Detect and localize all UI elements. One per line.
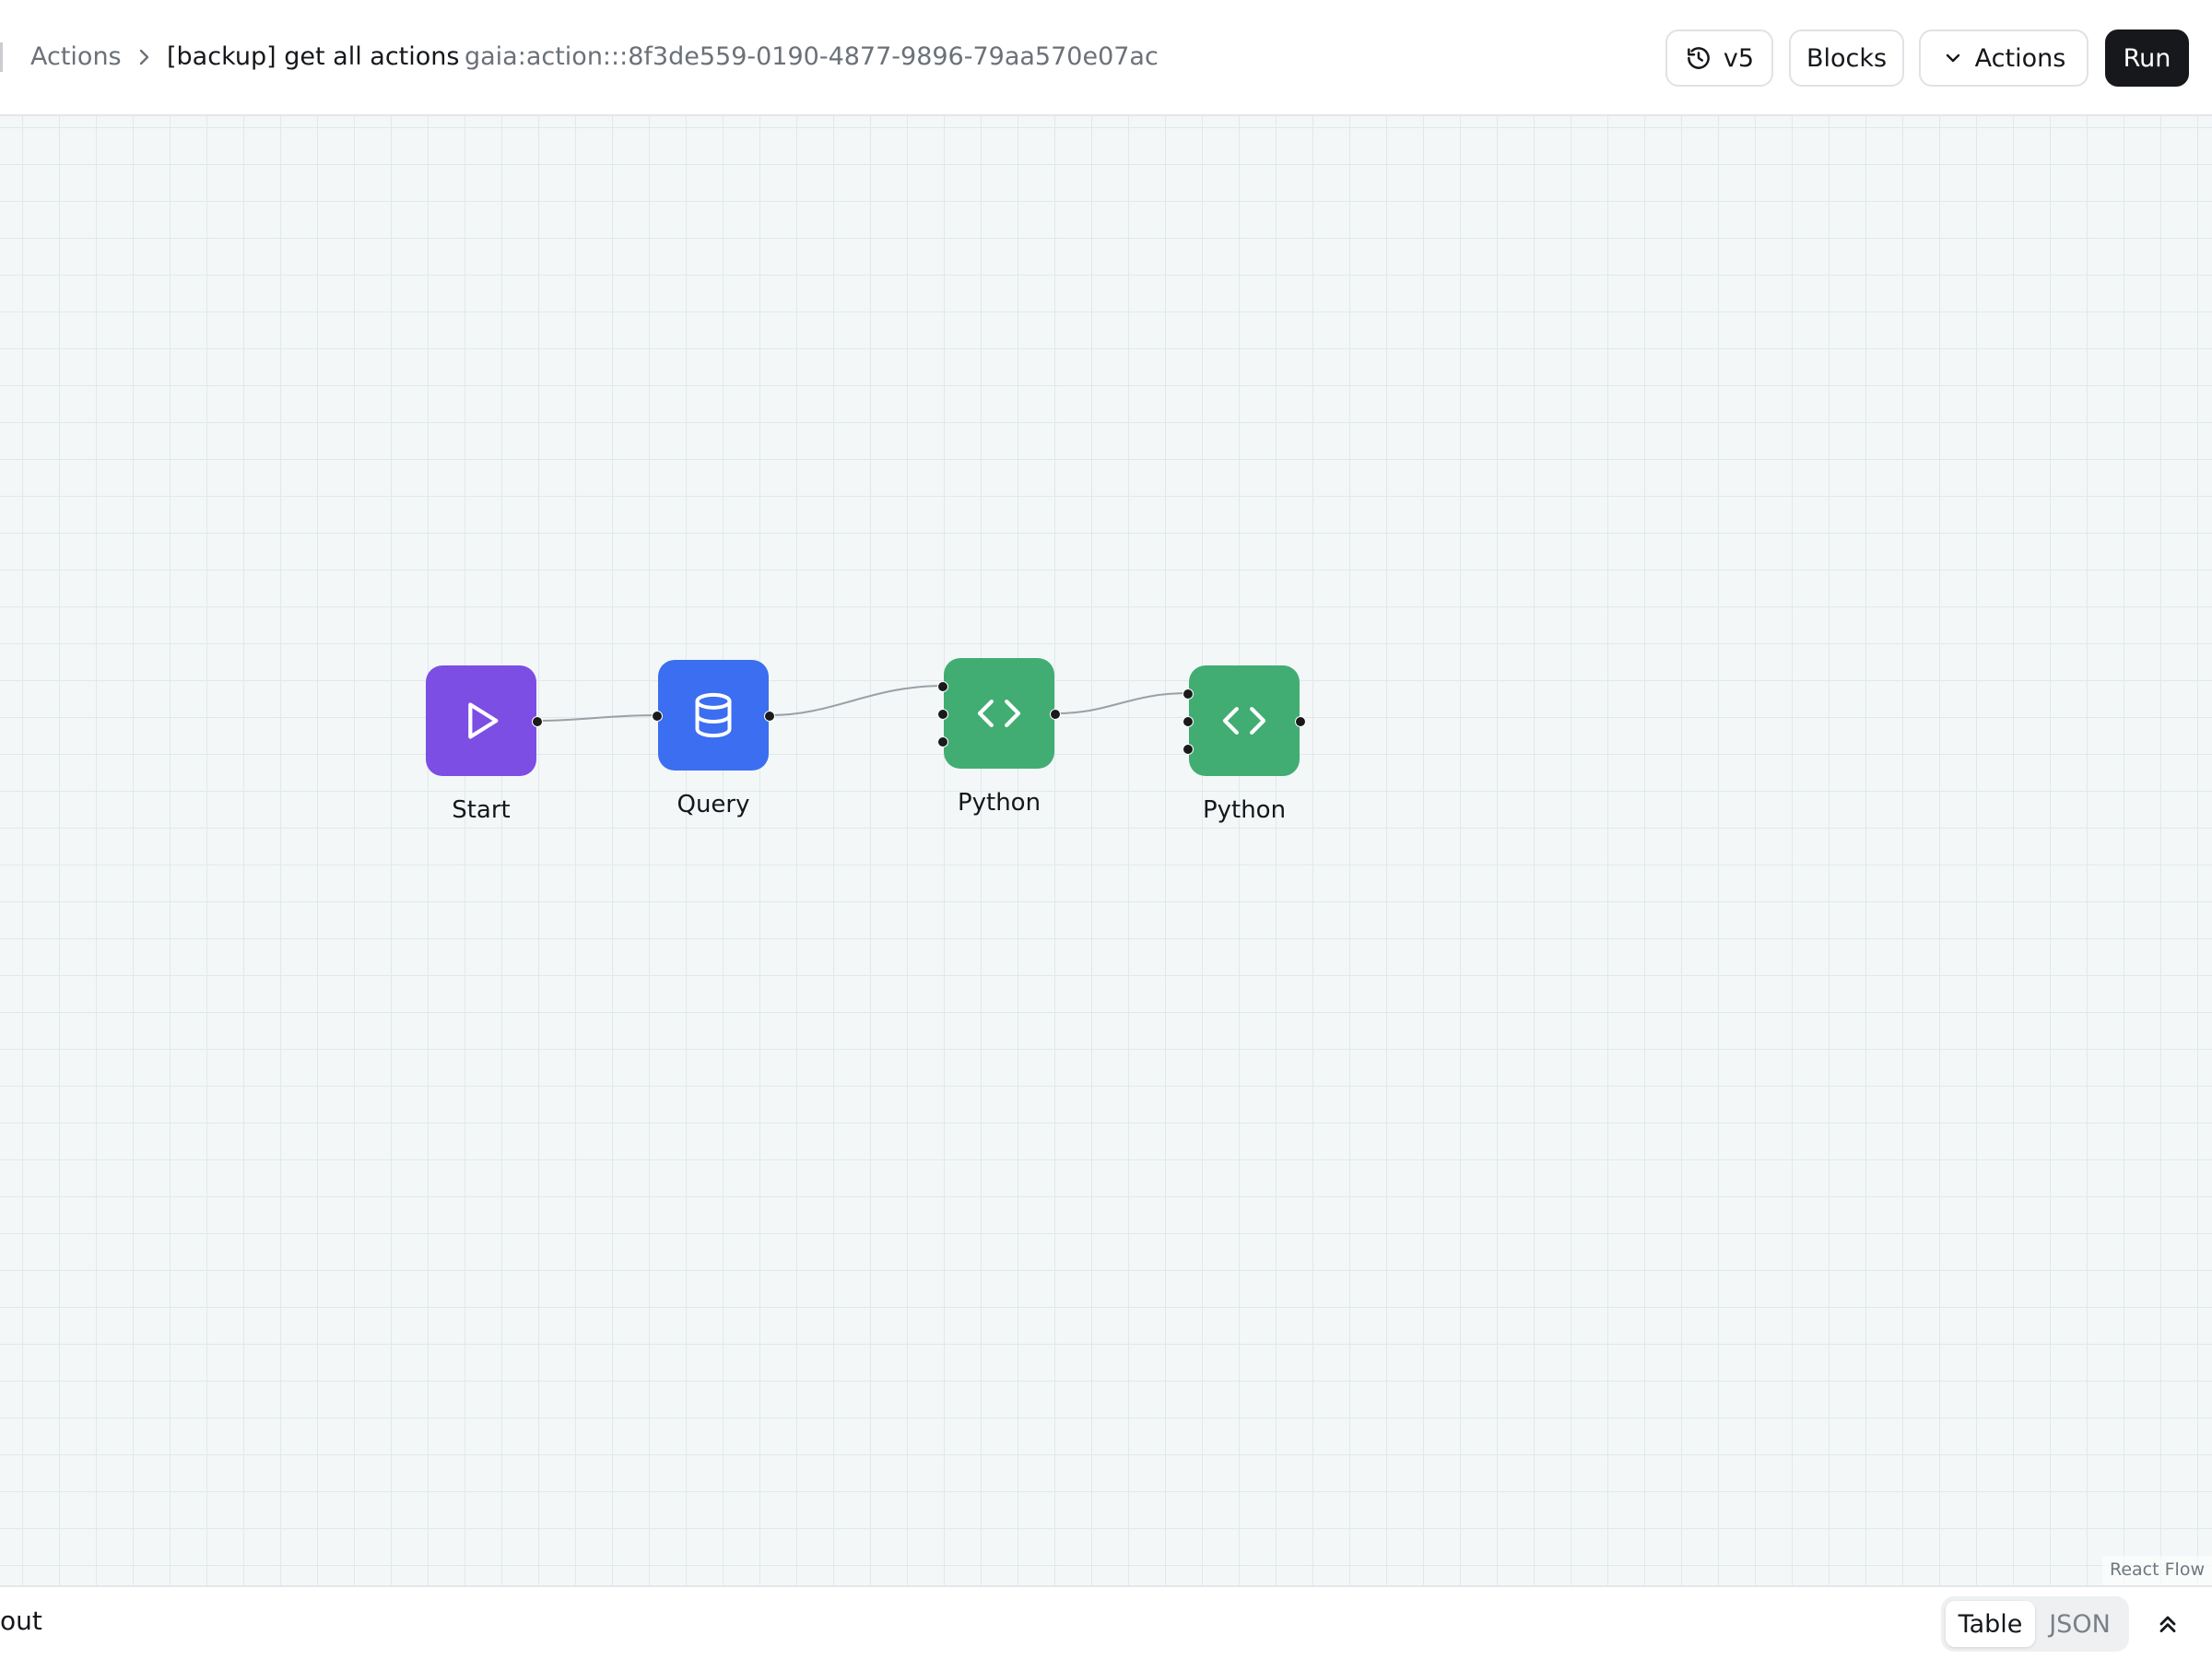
action-id: gaia:action:::8f3de559-0190-4877-9896-79… bbox=[465, 42, 1159, 71]
query-input-handle[interactable] bbox=[652, 711, 663, 722]
sidebar-edge bbox=[0, 42, 3, 72]
python-1-input-handle[interactable] bbox=[937, 736, 948, 747]
edge-start-query bbox=[536, 714, 657, 722]
output-view-toggle: Table JSON bbox=[1941, 1596, 2129, 1652]
top-bar: Actions [backup] get all actions gaia:ac… bbox=[0, 0, 2212, 116]
chevron-down-icon bbox=[1946, 53, 1959, 63]
run-label: Run bbox=[2123, 43, 2171, 73]
edge-query-python-1 bbox=[770, 685, 944, 716]
blocks-label: Blocks bbox=[1806, 43, 1888, 73]
database-icon bbox=[695, 692, 732, 738]
output-panel-title: out bbox=[0, 1606, 42, 1636]
actions-menu-button[interactable]: Actions bbox=[1919, 29, 2088, 87]
chevron-right-icon bbox=[139, 49, 149, 65]
node-label: Start bbox=[452, 796, 511, 824]
breadcrumb-actions-link[interactable]: Actions bbox=[30, 39, 122, 76]
flow-node-python-1[interactable]: Python bbox=[937, 658, 1061, 817]
expand-panel-button[interactable] bbox=[2151, 1607, 2184, 1641]
python-2-input-handle[interactable] bbox=[1182, 744, 1194, 755]
python-2-input-handle[interactable] bbox=[1182, 688, 1194, 700]
node-label: Python bbox=[1202, 796, 1287, 824]
edge-python-1-python-2 bbox=[1055, 692, 1190, 714]
version-history-button[interactable]: v5 bbox=[1665, 29, 1773, 87]
python-1-input-handle[interactable] bbox=[937, 681, 948, 692]
tab-json[interactable]: JSON bbox=[2035, 1601, 2124, 1647]
flow-edges bbox=[536, 685, 1190, 722]
flow-node-python-2[interactable]: Python bbox=[1182, 665, 1306, 824]
actions-menu-label: Actions bbox=[1974, 43, 2066, 73]
code-icon bbox=[977, 700, 1021, 727]
blocks-button[interactable]: Blocks bbox=[1789, 29, 1904, 87]
python-1-output-handle[interactable] bbox=[1050, 709, 1061, 720]
play-icon bbox=[468, 702, 499, 739]
python-node-box[interactable] bbox=[944, 658, 1054, 769]
run-button[interactable]: Run bbox=[2105, 29, 2189, 87]
flow-node-query[interactable]: Query bbox=[652, 660, 775, 818]
query-output-handle[interactable] bbox=[764, 711, 775, 722]
query-node-box[interactable] bbox=[658, 660, 769, 771]
flow-canvas[interactable]: Start Query Python Python React Flow bbox=[0, 116, 2212, 1585]
start-output-handle[interactable] bbox=[532, 716, 543, 727]
start-node-box[interactable] bbox=[426, 665, 536, 776]
python-2-input-handle[interactable] bbox=[1182, 716, 1194, 727]
history-icon bbox=[1688, 47, 1710, 69]
code-icon bbox=[1222, 707, 1266, 735]
node-label: Query bbox=[677, 791, 750, 818]
action-title: [backup] get all actions bbox=[167, 42, 460, 71]
python-2-output-handle[interactable] bbox=[1295, 716, 1306, 727]
react-flow-attribution[interactable]: React Flow bbox=[2102, 1556, 2212, 1585]
output-panel-bar: out Table JSON bbox=[0, 1585, 2212, 1659]
version-label: v5 bbox=[1723, 43, 1755, 73]
python-1-input-handle[interactable] bbox=[937, 709, 948, 720]
python-node-box[interactable] bbox=[1189, 665, 1300, 776]
chevrons-up-icon bbox=[2159, 1616, 2176, 1632]
node-label: Python bbox=[957, 789, 1041, 817]
tab-table[interactable]: Table bbox=[1946, 1601, 2035, 1647]
flow-node-start[interactable]: Start bbox=[426, 665, 543, 824]
